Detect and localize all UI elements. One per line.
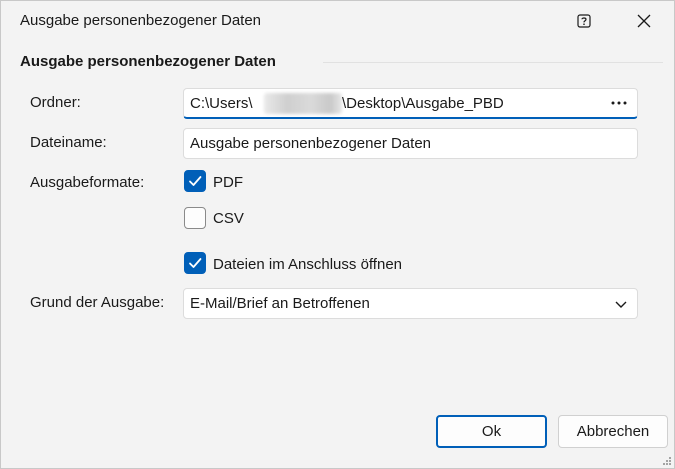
section-divider: [323, 62, 663, 63]
browse-button[interactable]: [605, 91, 633, 115]
csv-checkbox[interactable]: [184, 207, 206, 229]
ok-button[interactable]: Ok: [436, 415, 547, 448]
dialog-window: Ausgabe personenbezogener Daten Ausgabe …: [0, 0, 675, 469]
dateiname-field[interactable]: Ausgabe personenbezogener Daten: [183, 128, 638, 159]
redacted-username: [264, 93, 342, 114]
ordner-value-suffix: \Desktop\Ausgabe_PBD: [342, 95, 504, 112]
csv-checkbox-label[interactable]: CSV: [213, 210, 244, 227]
section-title: Ausgabe personenbezogener Daten: [20, 53, 276, 70]
more-icon: [611, 101, 627, 105]
title-bar: Ausgabe personenbezogener Daten: [1, 1, 674, 41]
ausgabeformate-label: Ausgabeformate:: [30, 174, 145, 191]
close-icon: [637, 14, 651, 28]
window-title: Ausgabe personenbezogener Daten: [20, 12, 262, 29]
ordner-value-prefix: C:\Users\: [190, 95, 253, 112]
close-button[interactable]: [621, 1, 667, 41]
checkmark-icon: [189, 258, 202, 268]
help-icon: [577, 14, 591, 28]
pdf-checkbox[interactable]: [184, 170, 206, 192]
resize-grip-icon[interactable]: [662, 456, 672, 466]
cancel-button[interactable]: Abbrechen: [558, 415, 668, 448]
grund-label: Grund der Ausgabe:: [30, 294, 165, 311]
ordner-label: Ordner:: [30, 94, 81, 111]
checkmark-icon: [189, 176, 202, 186]
open-after-checkbox[interactable]: [184, 252, 206, 274]
chevron-down-icon: [615, 301, 627, 308]
grund-dropdown[interactable]: E-Mail/Brief an Betroffenen: [183, 288, 638, 319]
ordner-field[interactable]: C:\Users\ \Desktop\Ausgabe_PBD: [183, 88, 638, 119]
dateiname-label: Dateiname:: [30, 134, 107, 151]
open-after-checkbox-label[interactable]: Dateien im Anschluss öffnen: [213, 256, 402, 273]
dateiname-value: Ausgabe personenbezogener Daten: [190, 135, 432, 152]
help-button[interactable]: [561, 1, 607, 41]
grund-selected-value: E-Mail/Brief an Betroffenen: [190, 295, 370, 312]
pdf-checkbox-label[interactable]: PDF: [213, 174, 243, 191]
